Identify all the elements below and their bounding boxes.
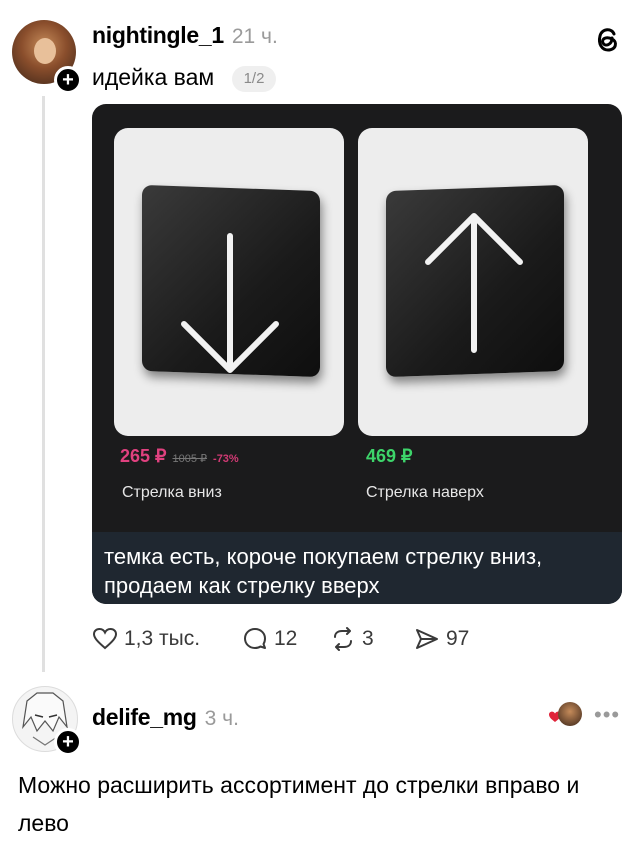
thread-line (42, 96, 45, 672)
post-text: идейка вам (92, 64, 215, 90)
repost-button[interactable]: 3 (330, 622, 374, 656)
repost-count: 3 (362, 627, 374, 650)
post-image[interactable]: 265 ₽ 1005 ₽ -73% Стрелка вниз 469 ₽ Стр… (92, 104, 622, 604)
product-image-up[interactable] (358, 128, 588, 436)
share-button[interactable]: 97 (414, 622, 469, 656)
comment-icon (244, 628, 266, 649)
heart-icon (92, 627, 118, 650)
like-count: 1,3 тыс. (124, 627, 201, 650)
comment-button[interactable]: 12 (242, 622, 297, 656)
author-username[interactable]: nightingle_1 (92, 22, 224, 49)
post-time: 21 ч. (231, 25, 278, 48)
like-button[interactable]: 1,3 тыс. (92, 622, 200, 656)
liked-by-author-badge[interactable] (548, 702, 582, 728)
follow-plus-icon[interactable]: + (54, 66, 82, 94)
comment-count: 12 (274, 627, 298, 650)
arrow-up-icon (425, 213, 523, 353)
product-price-row-1: 265 ₽ 1005 ₽ -73% (120, 446, 239, 467)
author-mini-avatar (558, 702, 582, 726)
arrow-down-icon (181, 233, 279, 373)
product-image-down[interactable] (114, 128, 344, 436)
image-caption: темка есть, короче покупаем стрелку вниз… (104, 544, 543, 598)
product-old-price: 1005 ₽ (172, 453, 208, 465)
product-name: Стрелка наверх (366, 484, 484, 501)
product-price-row-2: 469 ₽ (366, 446, 413, 467)
product-price: 469 ₽ (366, 446, 413, 466)
reply-author-username[interactable]: delife_mg (92, 704, 197, 731)
product-price: 265 ₽ (120, 446, 167, 466)
threads-logo-icon[interactable] (590, 22, 624, 56)
send-icon (416, 629, 438, 649)
reply-time: 3 ч. (204, 707, 239, 730)
product-name: Стрелка вниз (122, 484, 222, 501)
image-pager: 1/2 (232, 66, 276, 92)
share-count: 97 (446, 627, 470, 650)
repost-icon (334, 627, 352, 651)
reply-text: Можно расширить ассортимент до стрелки в… (18, 772, 580, 836)
follow-plus-icon[interactable]: + (54, 728, 82, 756)
product-discount: -73% (213, 453, 239, 465)
more-options-icon[interactable]: ••• (594, 702, 620, 728)
